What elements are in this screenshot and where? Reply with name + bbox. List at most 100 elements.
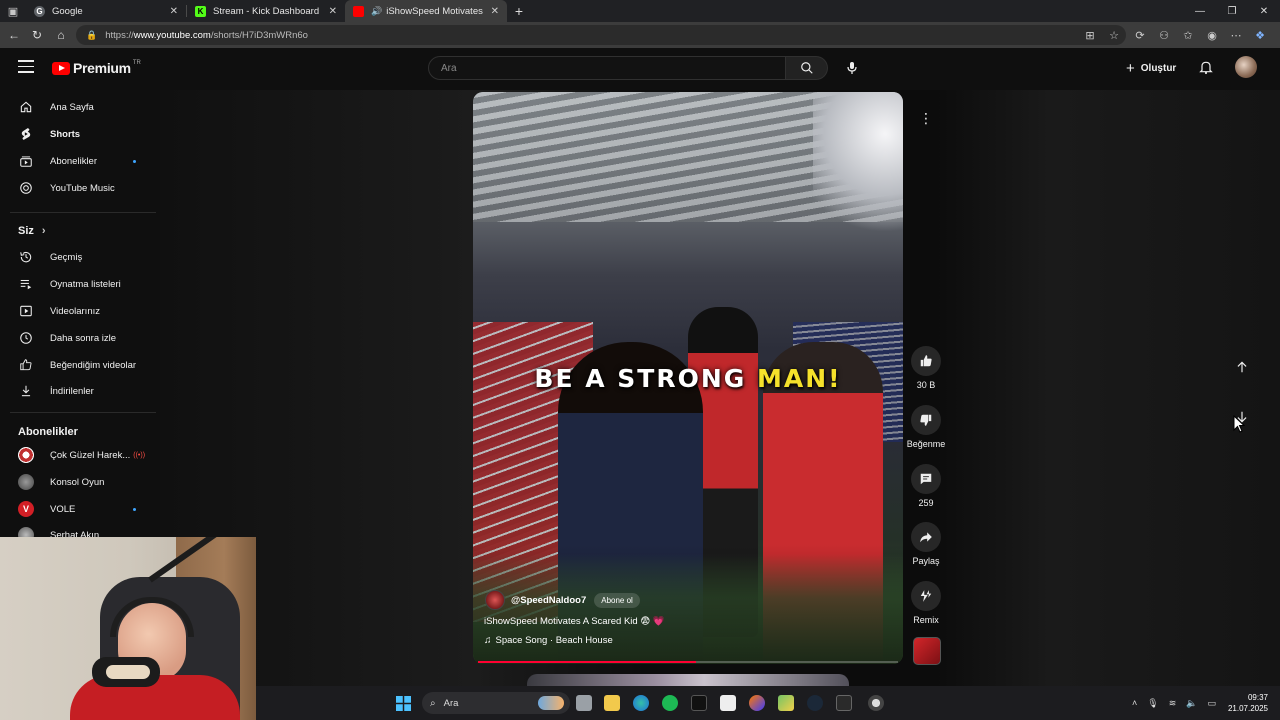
shorts-video-player[interactable]: BE A STRONG MAN! bbox=[473, 92, 903, 664]
thumbs-down-icon bbox=[911, 405, 941, 435]
tab-google[interactable]: G Google ✕ bbox=[26, 0, 186, 22]
sidebar-section-you[interactable]: Siz › bbox=[18, 225, 46, 237]
more-options-icon[interactable]: ⋮ bbox=[918, 110, 934, 126]
history-icon bbox=[18, 249, 34, 265]
song-text: Space Song · Beach House bbox=[495, 635, 613, 646]
youtube-logo[interactable]: Premium TR bbox=[52, 60, 141, 76]
tab-actions-icon[interactable]: ▣ bbox=[0, 0, 26, 22]
clock-time: 09:37 bbox=[1247, 693, 1268, 702]
sidebar-item-youtube-music[interactable]: YouTube Music bbox=[0, 175, 156, 201]
window-close-icon[interactable]: ✕ bbox=[1248, 0, 1280, 22]
speaker-icon[interactable]: 🔊 bbox=[371, 6, 382, 17]
app-icon[interactable] bbox=[691, 695, 707, 711]
dislike-button[interactable]: Beğenme bbox=[906, 405, 946, 449]
sidebar-item-channel[interactable]: Çok Güzel Harek... ((•)) bbox=[0, 442, 156, 468]
channel-name[interactable]: @SpeedNaldoo7 bbox=[511, 595, 586, 606]
windows-start-icon[interactable] bbox=[396, 696, 411, 711]
capcut-icon[interactable] bbox=[720, 695, 736, 711]
video-title-text: iShowSpeed Motivates A Scared Kid 😨 bbox=[484, 616, 653, 627]
channel-avatar[interactable] bbox=[485, 590, 505, 610]
home-icon bbox=[18, 99, 34, 115]
search-button[interactable] bbox=[786, 56, 828, 80]
home-browser-icon[interactable]: ⌂ bbox=[49, 23, 73, 47]
chevron-right-icon: › bbox=[41, 225, 46, 237]
microphone-icon bbox=[847, 62, 857, 74]
sidebar-item-shorts[interactable]: Shorts bbox=[0, 121, 156, 147]
copilot-icon[interactable]: ❖ bbox=[1248, 29, 1272, 42]
sound-thumbnail[interactable] bbox=[913, 637, 941, 665]
more-icon[interactable]: ⋯ bbox=[1224, 29, 1248, 42]
sidebar-item-channel[interactable]: V VOLE bbox=[0, 496, 156, 522]
sidebar-item-liked-videos[interactable]: Beğendiğim videolar bbox=[0, 352, 156, 378]
subscriptions-icon bbox=[18, 153, 34, 169]
sidebar-item-history[interactable]: Geçmiş bbox=[0, 244, 156, 270]
minimize-icon[interactable]: — bbox=[1184, 0, 1216, 22]
refresh-icon[interactable]: ↻ bbox=[25, 23, 49, 47]
comments-button[interactable]: 259 bbox=[906, 464, 946, 508]
close-icon[interactable]: ✕ bbox=[491, 6, 499, 17]
task-view-icon[interactable] bbox=[576, 695, 592, 711]
sidebar-item-downloads[interactable]: İndirilenler bbox=[0, 378, 156, 404]
taskbar-clock[interactable]: 09:37 21.07.2025 bbox=[1220, 692, 1268, 714]
search-placeholder: Ara bbox=[441, 62, 457, 74]
extensions-icon[interactable]: ⟳ bbox=[1128, 29, 1152, 42]
obs-icon[interactable] bbox=[868, 695, 884, 711]
bell-icon bbox=[1199, 61, 1213, 75]
edge-icon[interactable] bbox=[633, 695, 649, 711]
split-screen-icon[interactable]: ⚇ bbox=[1152, 29, 1176, 42]
sidebar-item-home[interactable]: Ana Sayfa bbox=[0, 94, 156, 120]
close-icon[interactable]: ✕ bbox=[170, 6, 178, 17]
steam-icon[interactable] bbox=[807, 695, 823, 711]
tab-youtube[interactable]: 🔊 iShowSpeed Motivates A Sca ✕ bbox=[345, 0, 507, 22]
sidebar-item-watch-later[interactable]: Daha sonra izle bbox=[0, 325, 156, 351]
section-heading: Siz bbox=[18, 225, 34, 237]
shorts-icon bbox=[18, 126, 34, 142]
share-button[interactable]: Paylaş bbox=[906, 522, 946, 566]
new-tab-icon[interactable]: + bbox=[507, 0, 531, 22]
notifications-button[interactable] bbox=[1198, 59, 1216, 77]
video-sound[interactable]: ♫ Space Song · Beach House bbox=[484, 635, 613, 646]
thumbs-up-icon bbox=[911, 346, 941, 376]
volume-icon[interactable]: 🔈 bbox=[1186, 698, 1197, 709]
sidebar-item-your-videos[interactable]: Videolarınız bbox=[0, 298, 156, 324]
file-explorer-icon[interactable] bbox=[604, 695, 620, 711]
account-avatar[interactable] bbox=[1235, 56, 1257, 78]
video-title[interactable]: iShowSpeed Motivates A Scared Kid 😨 💗 bbox=[484, 616, 665, 627]
sidebar-item-channel[interactable]: Konsol Oyun bbox=[0, 469, 156, 495]
wifi-icon[interactable]: ≋ bbox=[1169, 698, 1177, 709]
sidebar-item-label: Abonelikler bbox=[50, 155, 97, 167]
site-info-icon[interactable]: 🔒 bbox=[86, 30, 97, 41]
sidebar-item-playlists[interactable]: Oynatma listeleri bbox=[0, 271, 156, 297]
back-icon[interactable]: ← bbox=[2, 23, 26, 47]
taskbar-search[interactable]: ⌕ Ara bbox=[422, 692, 570, 714]
search-icon bbox=[800, 62, 813, 74]
game-icon[interactable] bbox=[778, 695, 794, 711]
youtube-music-icon bbox=[18, 180, 34, 196]
sidebar-item-subscriptions[interactable]: Abonelikler bbox=[0, 148, 156, 174]
remix-button[interactable]: Remix bbox=[906, 581, 946, 625]
subscribe-button[interactable]: Abone ol bbox=[594, 592, 640, 608]
share-icon bbox=[911, 522, 941, 552]
battery-icon[interactable]: ▭ bbox=[1207, 698, 1216, 709]
spotify-icon[interactable] bbox=[662, 695, 678, 711]
browser-icon[interactable] bbox=[749, 695, 765, 711]
reader-icon[interactable]: ⊞ bbox=[1078, 29, 1102, 42]
profile-icon[interactable]: ◉ bbox=[1200, 29, 1224, 42]
previous-video-button[interactable] bbox=[1228, 353, 1256, 381]
restore-icon[interactable]: ❐ bbox=[1216, 0, 1248, 22]
video-progress-bar[interactable] bbox=[478, 661, 898, 663]
favorite-star-icon[interactable]: ☆ bbox=[1102, 29, 1126, 42]
epic-games-icon[interactable] bbox=[836, 695, 852, 711]
like-button[interactable]: 30 B bbox=[906, 346, 946, 390]
favorites-icon[interactable]: ✩ bbox=[1176, 29, 1200, 42]
microphone-tray-icon[interactable]: 🎙 bbox=[1147, 698, 1158, 709]
video-title-heart: 💗 bbox=[652, 616, 665, 627]
voice-search-button[interactable] bbox=[840, 56, 864, 80]
close-icon[interactable]: ✕ bbox=[329, 6, 337, 17]
search-input[interactable]: Ara bbox=[428, 56, 786, 80]
tab-kick[interactable]: K Stream - Kick Dashboard ✕ bbox=[187, 0, 345, 22]
url-field[interactable]: 🔒 https://www.youtube.com/shorts/H7iD3mW… bbox=[76, 25, 1126, 45]
menu-icon[interactable] bbox=[18, 60, 34, 74]
create-button[interactable]: + Oluştur bbox=[1126, 58, 1176, 78]
chevron-up-icon[interactable]: ˄ bbox=[1132, 698, 1137, 708]
